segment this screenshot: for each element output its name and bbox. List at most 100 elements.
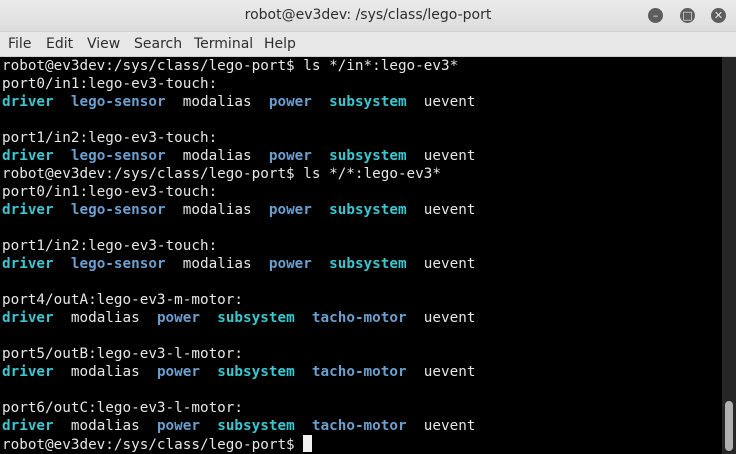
symlink-entry: subsystem (329, 94, 407, 110)
symlink-entry: driver (2, 310, 54, 326)
output-text: robot@ev3dev:/sys/class/lego-port$ ls */… (2, 58, 459, 74)
terminal-line: port1/in2:lego-ev3-touch: (2, 129, 217, 147)
menu-terminal[interactable]: Terminal (194, 36, 253, 52)
terminal-line: driver lego-sensor modalias power subsys… (2, 147, 475, 165)
symlink-entry: driver (2, 364, 54, 380)
output-text: uevent (406, 310, 476, 326)
scrollbar-thumb[interactable] (725, 401, 733, 451)
symlink-entry: subsystem (329, 148, 407, 164)
terminal-line: port1/in2:lego-ev3-touch: (2, 237, 217, 255)
symlink-entry: driver (2, 202, 54, 218)
directory-entry: power (268, 94, 312, 110)
terminal-line: port6/outC:lego-ev3-l-motor: (2, 399, 243, 417)
directory-entry: lego-sensor (70, 94, 166, 110)
output-text: uevent (406, 94, 476, 110)
maximize-icon[interactable]: □ (680, 8, 695, 23)
output-text: uevent (406, 256, 476, 272)
symlink-entry: subsystem (329, 256, 407, 272)
terminal-line: port0/in1:lego-ev3-touch: (2, 183, 217, 201)
symlink-entry: subsystem (217, 364, 295, 380)
terminal-line: driver lego-sensor modalias power subsys… (2, 93, 475, 111)
minimize-icon[interactable]: – (648, 8, 663, 23)
menu-view[interactable]: View (87, 36, 120, 52)
output-text: port6/outC:lego-ev3-l-motor: (2, 400, 244, 416)
close-icon[interactable]: ✕ (711, 8, 726, 23)
menu-edit[interactable]: Edit (46, 36, 73, 52)
directory-entry: power (268, 202, 312, 218)
symlink-entry: driver (2, 256, 54, 272)
directory-entry: power (268, 256, 312, 272)
title-bar[interactable]: robot@ev3dev: /sys/class/lego-port – □ ✕ (0, 0, 736, 32)
output-text: uevent (406, 364, 476, 380)
directory-entry: tacho-motor (311, 310, 407, 326)
symlink-entry: driver (2, 418, 54, 434)
terminal-line: port4/outA:lego-ev3-m-motor: (2, 291, 243, 309)
menu-search[interactable]: Search (134, 36, 182, 52)
terminal-line: driver lego-sensor modalias power subsys… (2, 255, 475, 273)
output-text: robot@ev3dev:/sys/class/lego-port$ ls */… (2, 166, 441, 182)
output-text: port4/outA:lego-ev3-m-motor: (2, 292, 244, 308)
menu-file[interactable]: File (8, 36, 31, 52)
symlink-entry: driver (2, 148, 54, 164)
symlink-entry: subsystem (217, 418, 295, 434)
output-text: port0/in1:lego-ev3-touch: (2, 76, 218, 92)
output-text: uevent (406, 202, 476, 218)
directory-entry: tacho-motor (311, 418, 407, 434)
output-text: modalias (53, 364, 157, 380)
output-text: uevent (406, 148, 476, 164)
directory-entry: power (156, 418, 200, 434)
directory-entry: power (156, 310, 200, 326)
terminal-window: robot@ev3dev: /sys/class/lego-port – □ ✕… (0, 0, 736, 454)
terminal-line: robot@ev3dev:/sys/class/lego-port$ ls */… (2, 165, 441, 183)
output-text: modalias (165, 256, 269, 272)
text-cursor (303, 435, 313, 452)
terminal-line: driver modalias power subsystem tacho-mo… (2, 363, 475, 381)
symlink-entry: subsystem (329, 202, 407, 218)
menu-help[interactable]: Help (264, 36, 296, 52)
terminal-line: driver lego-sensor modalias power subsys… (2, 201, 475, 219)
output-text: port0/in1:lego-ev3-touch: (2, 184, 218, 200)
directory-entry: lego-sensor (70, 202, 166, 218)
terminal-line: port0/in1:lego-ev3-touch: (2, 75, 217, 93)
symlink-entry: subsystem (217, 310, 295, 326)
terminal-line: port5/outB:lego-ev3-l-motor: (2, 345, 243, 363)
terminal-line: robot@ev3dev:/sys/class/lego-port$ ls */… (2, 57, 458, 75)
vertical-scrollbar[interactable] (722, 57, 736, 454)
terminal-output[interactable]: robot@ev3dev:/sys/class/lego-port$ ls */… (0, 57, 722, 454)
output-text: modalias (165, 202, 269, 218)
output-text: modalias (53, 418, 157, 434)
menu-bar: File Edit View Search Terminal Help (0, 32, 736, 57)
directory-entry: power (156, 364, 200, 380)
output-text: port1/in2:lego-ev3-touch: (2, 238, 218, 254)
output-text: modalias (165, 148, 269, 164)
output-text: uevent (406, 418, 476, 434)
directory-entry: power (268, 148, 312, 164)
terminal-line: driver modalias power subsystem tacho-mo… (2, 309, 475, 327)
output-text: port5/outB:lego-ev3-l-motor: (2, 346, 244, 362)
directory-entry: tacho-motor (311, 364, 407, 380)
symlink-entry: driver (2, 94, 54, 110)
output-text: modalias (165, 94, 269, 110)
output-text: robot@ev3dev:/sys/class/lego-port$ (2, 437, 304, 453)
terminal-line: driver modalias power subsystem tacho-mo… (2, 417, 475, 435)
directory-entry: lego-sensor (70, 256, 166, 272)
directory-entry: lego-sensor (70, 148, 166, 164)
output-text: modalias (53, 310, 157, 326)
output-text: port1/in2:lego-ev3-touch: (2, 130, 218, 146)
terminal-line: robot@ev3dev:/sys/class/lego-port$ (2, 435, 313, 453)
window-title: robot@ev3dev: /sys/class/lego-port (244, 7, 492, 23)
